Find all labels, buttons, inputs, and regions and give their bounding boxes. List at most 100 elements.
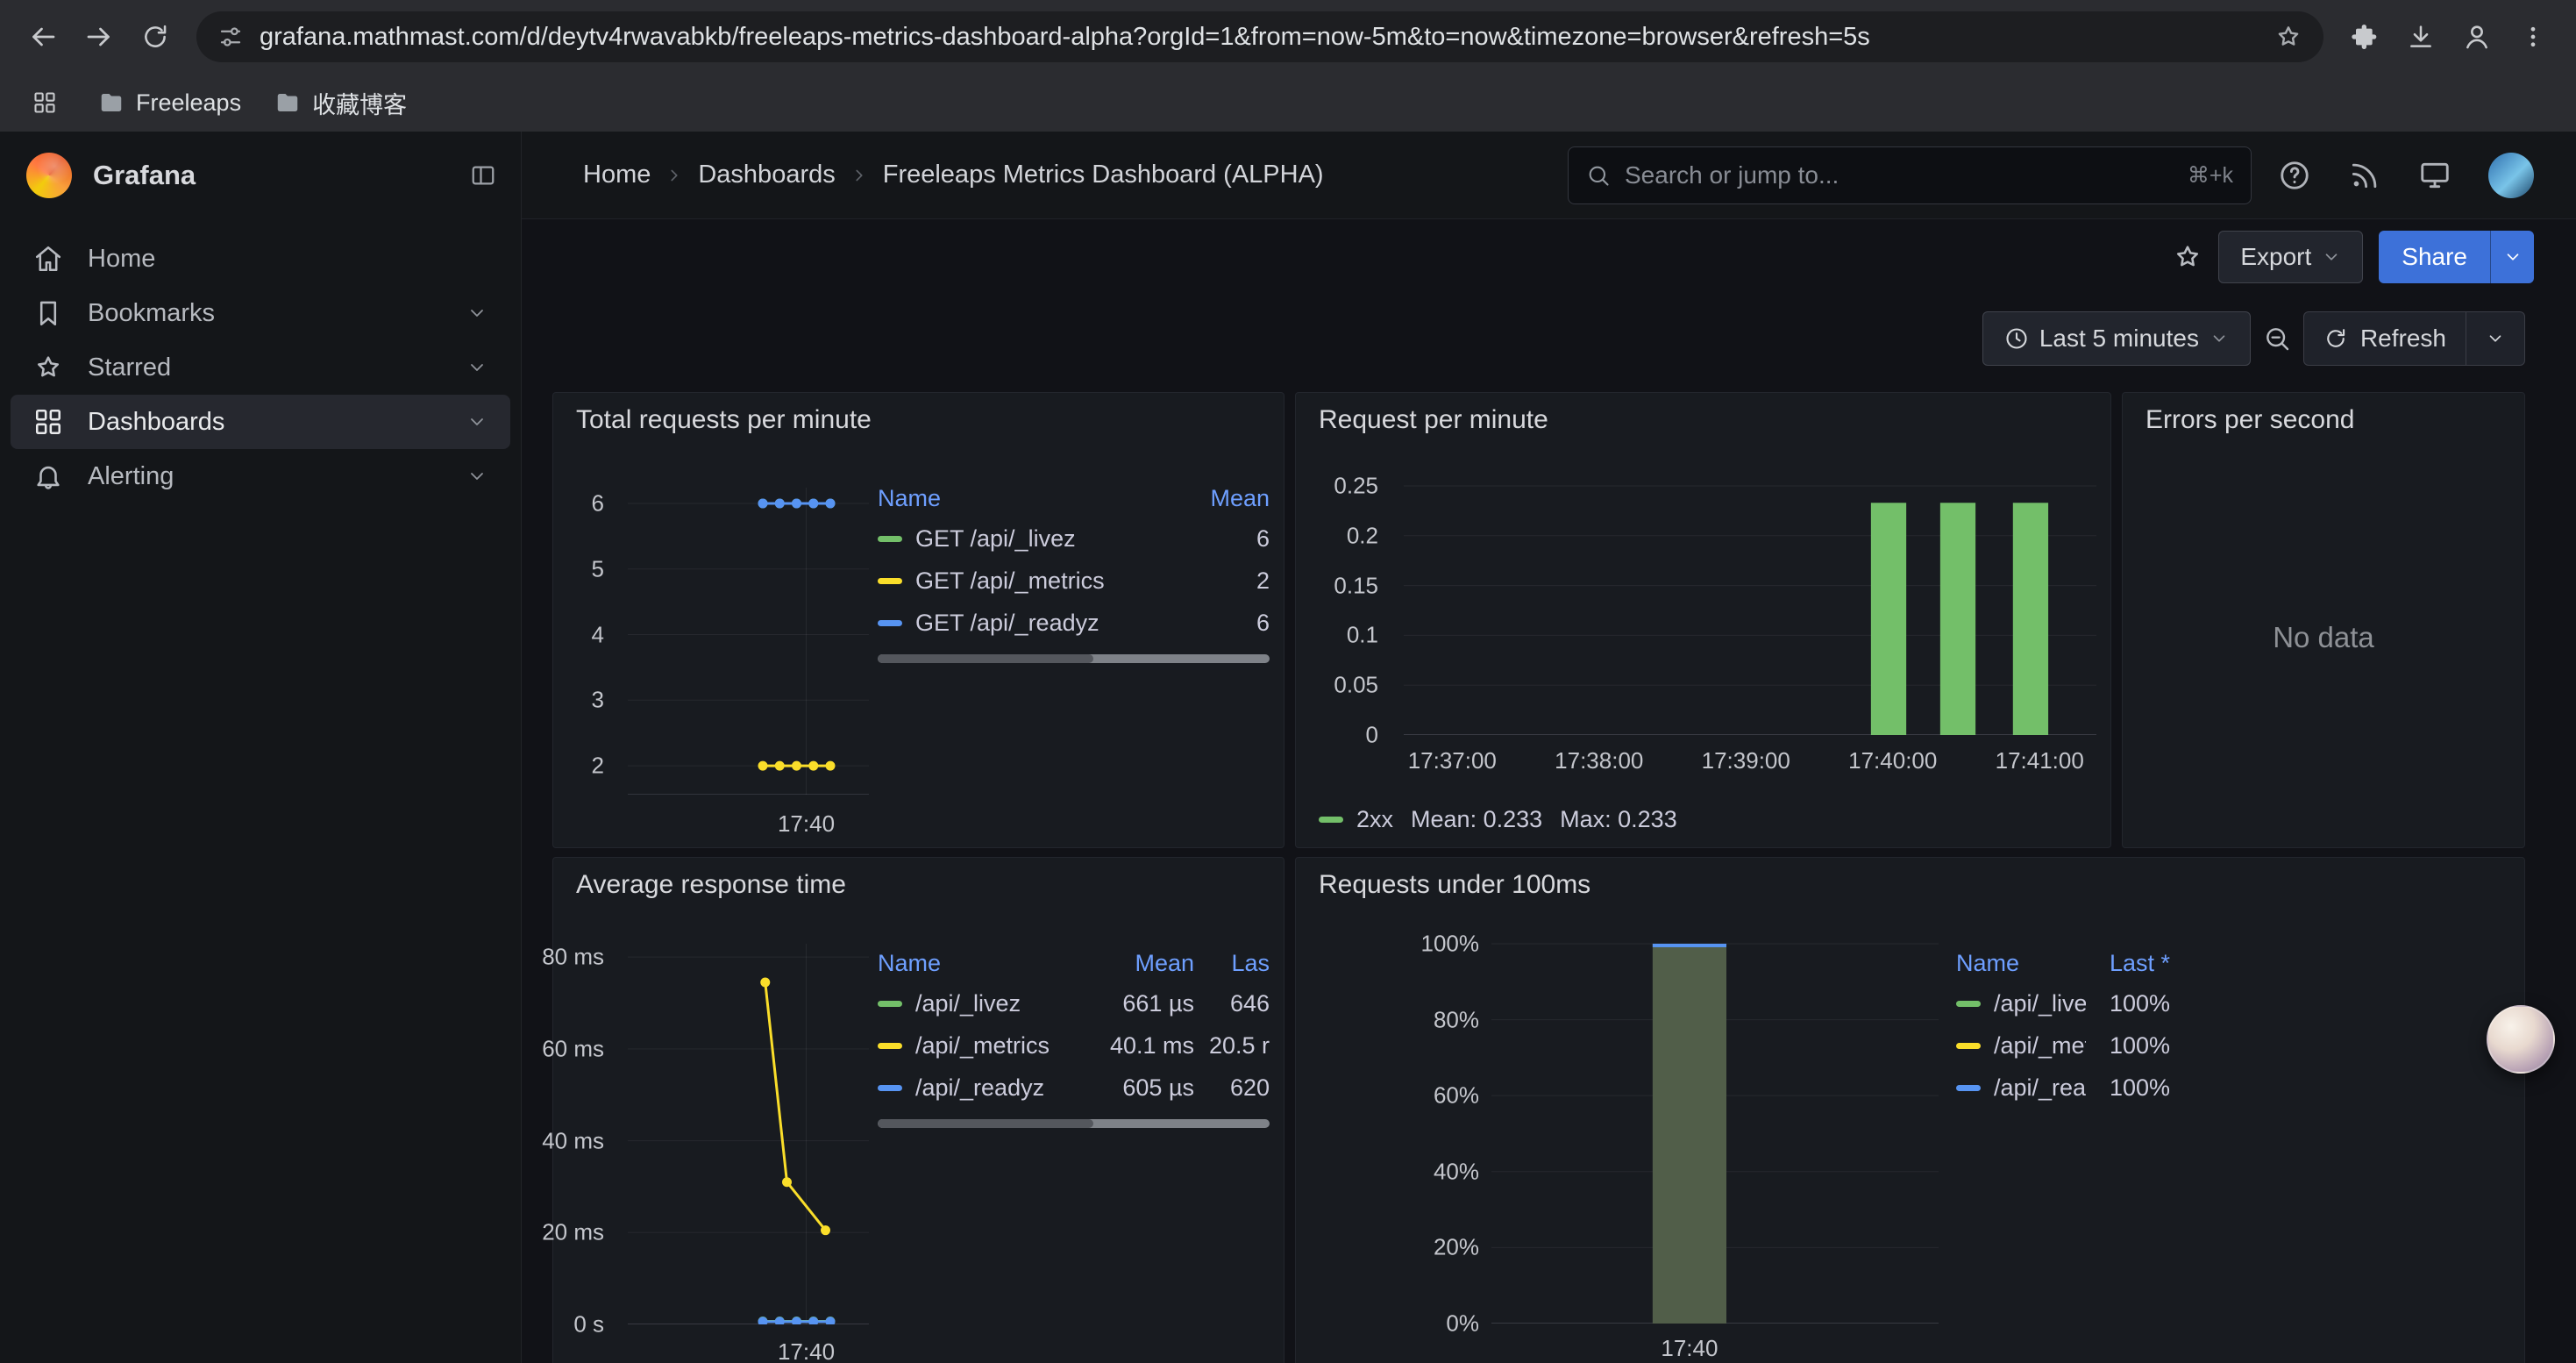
user-avatar[interactable] xyxy=(2488,153,2534,198)
legend-table: Name Last * /api/_livez 100% /api/_metri… xyxy=(1956,944,2170,1109)
y-axis-labels: 100%80%60%40%20%0% xyxy=(1369,935,1491,1324)
bookmark-folder-blogs[interactable]: 收藏博客 xyxy=(274,86,407,120)
legend-series-2xx[interactable]: 2xx xyxy=(1319,806,1393,833)
sidebar-collapse-button[interactable] xyxy=(470,162,496,189)
series-color-dash xyxy=(878,1043,902,1049)
legend-series-livez[interactable]: GET /api/_livez xyxy=(878,525,1173,553)
sidebar-item-dashboards[interactable]: Dashboards xyxy=(11,395,510,449)
screen: Freeleaps 收藏博客 Grafana H xyxy=(0,0,2576,1363)
bookmarks-bar: Freeleaps 收藏博客 xyxy=(0,74,2576,132)
panel-title[interactable]: Average response time xyxy=(576,870,846,900)
no-data-message: No data xyxy=(2123,428,2524,847)
sidebar-brand: Grafana xyxy=(0,132,521,219)
dashboard-actions-bar: Export Share xyxy=(522,219,2576,294)
site-settings-icon[interactable] xyxy=(217,24,244,50)
panel-title[interactable]: Request per minute xyxy=(1319,405,1548,435)
request-per-minute-chart[interactable] xyxy=(1404,475,2096,735)
legend-row: /api/_livez 100% xyxy=(1956,982,2170,1024)
chevron-down-icon xyxy=(2503,247,2523,267)
news-button[interactable] xyxy=(2348,159,2381,192)
legend-header-mean[interactable]: Mean xyxy=(1089,950,1194,977)
legend-header-last[interactable]: Last * xyxy=(2086,950,2170,977)
help-button[interactable] xyxy=(2278,159,2311,192)
legend-header-name[interactable]: Name xyxy=(878,950,1089,977)
requests-under-100ms-chart[interactable] xyxy=(1491,935,1939,1324)
downloads-button[interactable] xyxy=(2395,11,2446,62)
export-button[interactable]: Export xyxy=(2218,231,2363,283)
legend-scrollbar[interactable] xyxy=(878,654,1270,663)
legend-row: GET /api/_metrics 2 xyxy=(878,560,1270,602)
x-axis-labels: 17:40 xyxy=(628,805,869,840)
legend-row: /api/_readyz 100% xyxy=(1956,1067,2170,1109)
series-name: 2xx xyxy=(1356,806,1393,833)
extensions-button[interactable] xyxy=(2339,11,2390,62)
average-response-time-chart[interactable] xyxy=(628,944,869,1324)
search-input[interactable] xyxy=(1625,161,2174,189)
legend-series-readyz[interactable]: /api/_readyz xyxy=(1956,1074,2086,1102)
time-range-picker[interactable]: Last 5 minutes xyxy=(1982,311,2251,366)
search-box[interactable]: ⌘+k xyxy=(1568,146,2252,204)
total-requests-chart[interactable] xyxy=(628,488,869,795)
grafana-logo[interactable] xyxy=(26,153,72,198)
sidebar-item-starred[interactable]: Starred xyxy=(11,340,510,395)
panel-title[interactable]: Requests under 100ms xyxy=(1319,870,1590,900)
series-last-value: 646 xyxy=(1194,990,1270,1017)
legend-series-metrics[interactable]: /api/_metrics xyxy=(878,1032,1089,1060)
back-button[interactable] xyxy=(18,11,68,62)
browser-menu-button[interactable] xyxy=(2508,11,2558,62)
panel-title[interactable]: Total requests per minute xyxy=(576,405,872,435)
apps-grid-button[interactable] xyxy=(25,82,65,123)
series-mean-value: 605 µs xyxy=(1089,1074,1194,1102)
legend-series-livez[interactable]: /api/_livez xyxy=(1956,990,2086,1017)
scrollbar-thumb[interactable] xyxy=(878,654,1093,663)
reload-button[interactable] xyxy=(130,11,181,62)
legend-series-livez[interactable]: /api/_livez xyxy=(878,990,1089,1017)
legend-header-mean[interactable]: Mean xyxy=(1173,485,1270,512)
legend-series-readyz[interactable]: GET /api/_readyz xyxy=(878,610,1173,637)
breadcrumb-dashboards[interactable]: Dashboards xyxy=(698,161,835,189)
sidebar-item-bookmarks[interactable]: Bookmarks xyxy=(11,286,510,340)
refresh-button[interactable]: Refresh xyxy=(2304,312,2466,365)
legend-series-metrics[interactable]: /api/_metrics xyxy=(1956,1032,2086,1060)
legend-row: GET /api/_livez 6 xyxy=(878,517,1270,560)
url-input[interactable] xyxy=(260,23,2259,52)
sidebar-item-alerting[interactable]: Alerting xyxy=(11,449,510,503)
breadcrumb-home[interactable]: Home xyxy=(583,161,651,189)
bookmark-star-icon[interactable] xyxy=(2274,23,2302,51)
zoom-out-button[interactable] xyxy=(2263,325,2291,353)
refresh-interval-button[interactable] xyxy=(2466,312,2524,365)
panel-average-response-time: Average response time 80 ms60 ms40 ms20 … xyxy=(552,857,1284,1363)
favorite-dashboard-button[interactable] xyxy=(2173,242,2202,272)
export-label: Export xyxy=(2240,243,2311,271)
refresh-split-button: Refresh xyxy=(2303,311,2525,366)
series-color-dash xyxy=(1956,1001,1981,1007)
chevron-down-icon[interactable] xyxy=(466,303,487,324)
scrollbar-thumb[interactable] xyxy=(878,1119,1093,1128)
legend-header-name[interactable]: Name xyxy=(878,485,1173,512)
chevron-down-icon[interactable] xyxy=(466,411,487,432)
url-bar[interactable] xyxy=(196,11,2323,62)
panel-request-per-minute: Request per minute 0.250.20.150.10.050 1… xyxy=(1295,392,2111,848)
share-split-button: Share xyxy=(2379,231,2534,283)
sidebar-item-home[interactable]: Home xyxy=(11,232,510,286)
chevron-down-icon[interactable] xyxy=(466,357,487,378)
legend-series-readyz[interactable]: /api/_readyz xyxy=(878,1074,1089,1102)
legend-header-name[interactable]: Name xyxy=(1956,950,2086,977)
share-button[interactable]: Share xyxy=(2379,231,2490,283)
zoom-out-icon xyxy=(2263,325,2291,353)
forward-button[interactable] xyxy=(74,11,125,62)
bookmark-label: 收藏博客 xyxy=(312,86,407,120)
legend-header-last[interactable]: Las xyxy=(1194,950,1270,977)
share-menu-button[interactable] xyxy=(2490,231,2534,283)
chevron-down-icon[interactable] xyxy=(466,466,487,487)
sidebar-item-label: Starred xyxy=(88,353,442,382)
legend-scrollbar[interactable] xyxy=(878,1119,1270,1128)
assistant-avatar[interactable] xyxy=(2487,1005,2555,1074)
bookmark-folder-freeleaps[interactable]: Freeleaps xyxy=(98,89,241,117)
kiosk-mode-button[interactable] xyxy=(2418,159,2451,192)
series-last-value: 620 xyxy=(1194,1074,1270,1102)
breadcrumb-current[interactable]: Freeleaps Metrics Dashboard (ALPHA) xyxy=(883,161,1324,189)
legend-header-row: Name Mean Las xyxy=(878,944,1270,982)
legend-series-metrics[interactable]: GET /api/_metrics xyxy=(878,567,1173,595)
profile-button[interactable] xyxy=(2451,11,2502,62)
